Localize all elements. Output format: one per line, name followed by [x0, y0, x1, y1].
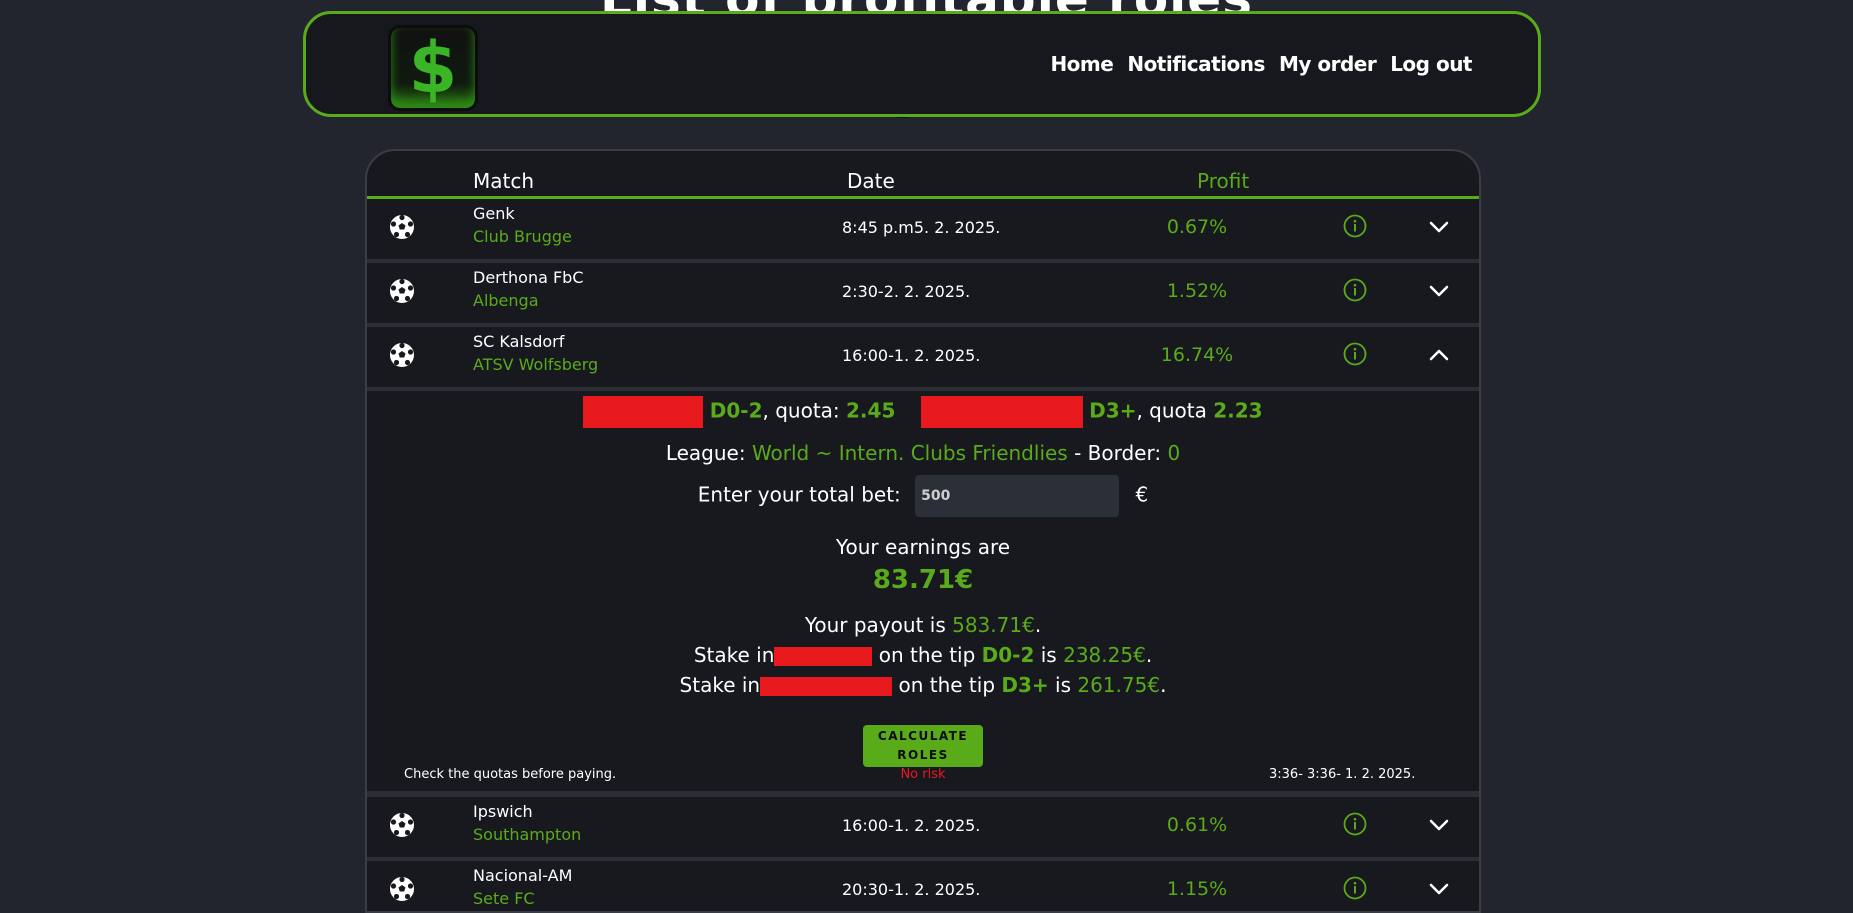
home-team: Genk [473, 204, 515, 223]
is-label: is [1048, 673, 1078, 697]
match-date: 16:00-1. 2. 2025. [842, 346, 981, 365]
border-label: - Border: [1067, 441, 1168, 465]
dollar-logo-icon[interactable]: $ [388, 25, 478, 111]
stake-1-period: . [1145, 643, 1153, 667]
payout-label: Your payout is [804, 613, 953, 637]
calculate-roles-button[interactable]: CALCULATE ROLES [863, 725, 983, 767]
away-team: ATSV Wolfsberg [473, 355, 599, 374]
league-label: League: [665, 441, 752, 465]
away-team: Club Brugge [473, 227, 572, 246]
payout-line: Your payout is 583.71€. [367, 613, 1479, 637]
soccer-ball-icon [390, 214, 414, 239]
header-match: Match [473, 169, 535, 193]
roles-table: Match Date Profit Genk Club Brugge 8:45 … [365, 149, 1481, 913]
match-date: 16:00-1. 2. 2025. [842, 816, 981, 835]
earnings-label: Your earnings are [835, 535, 1011, 559]
bet-line: Enter your total bet: 500 € [367, 475, 1479, 517]
stake-2-period: . [1160, 673, 1167, 697]
row-details-panel: D0-2, quota: 2.45 D3+, quota 2.23 League… [367, 391, 1479, 793]
chevron-down-icon[interactable] [1428, 814, 1450, 836]
navbar: $ Home Notifications My order Log out [303, 11, 1541, 117]
stake-label: Stake in [693, 643, 775, 667]
table-row-expanded[interactable]: SC Kalsdorf ATSV Wolfsberg 16:00-1. 2. 2… [367, 327, 1479, 391]
league-line: League: World ~ Intern. Clubs Friendlies… [367, 441, 1479, 465]
profit-value: 1.52% [1166, 280, 1228, 302]
currency-symbol: € [1135, 482, 1149, 507]
quota-1: 2.45 [846, 398, 896, 423]
chevron-up-icon[interactable] [1428, 344, 1450, 366]
info-icon[interactable] [1343, 278, 1367, 302]
nav-my-order-link[interactable]: My order [1279, 52, 1377, 76]
profit-value: 1.15% [1166, 878, 1228, 900]
table-row[interactable]: Ipswich Southampton 16:00-1. 2. 2025. 0.… [367, 793, 1479, 861]
is-label: is [1034, 643, 1064, 667]
stake-2-value: 261.75€ [1077, 673, 1161, 697]
profit-value: 16.74% [1160, 344, 1234, 366]
stake-tip-1: D0-2 [981, 643, 1035, 667]
league-name: World ~ Intern. Clubs Friendlies [751, 441, 1068, 465]
nav-notifications-link[interactable]: Notifications [1127, 52, 1265, 76]
home-team: SC Kalsdorf [473, 332, 565, 351]
on-tip-label: on the tip [898, 673, 1002, 697]
info-icon[interactable] [1343, 876, 1367, 900]
info-icon[interactable] [1343, 214, 1367, 238]
bet-label: Enter your total bet: [697, 482, 901, 507]
home-team: Ipswich [473, 802, 533, 821]
stake-label: Stake in [679, 673, 761, 697]
soccer-ball-icon [390, 278, 414, 303]
soccer-ball-icon [390, 342, 414, 367]
soccer-ball-icon [390, 812, 414, 837]
home-team: Nacional-AM [473, 866, 573, 885]
match-date: 20:30-1. 2. 2025. [842, 880, 981, 899]
redacted-bookmaker-1 [583, 396, 704, 428]
quota-2: 2.23 [1213, 398, 1263, 423]
stake-line-1: Stake in on the tip D0-2 is 238.25€. [367, 643, 1479, 667]
table-header: Match Date Profit [367, 151, 1479, 199]
soccer-ball-icon [390, 876, 414, 901]
on-tip-label: on the tip [878, 643, 982, 667]
home-team: Derthona FbC [473, 268, 584, 287]
away-team: Southampton [473, 825, 582, 844]
payout-value: 583.71€ [952, 613, 1035, 637]
profit-value: 0.67% [1166, 216, 1228, 238]
redacted-bookmaker-1 [774, 647, 873, 666]
total-bet-input[interactable]: 500 [915, 475, 1120, 517]
stake-line-2: Stake in on the tip D3+ is 261.75€. [367, 673, 1479, 697]
payout-period: . [1034, 613, 1042, 637]
nav-home-link[interactable]: Home [1050, 52, 1113, 76]
quota-1-label: , quota: [762, 398, 847, 423]
info-icon[interactable] [1343, 812, 1367, 836]
border-value: 0 [1167, 441, 1181, 465]
match-date: 8:45 p.m5. 2. 2025. [842, 218, 1001, 237]
table-row[interactable]: Derthona FbC Albenga 2:30-2. 2. 2025. 1.… [367, 263, 1479, 327]
profit-value: 0.61% [1166, 814, 1228, 836]
table-row[interactable]: Genk Club Brugge 8:45 p.m5. 2. 2025. 0.6… [367, 199, 1479, 263]
header-profit: Profit [1197, 169, 1250, 193]
info-icon[interactable] [1343, 342, 1367, 366]
quota-line: D0-2, quota: 2.45 D3+, quota 2.23 [367, 396, 1479, 428]
chevron-down-icon[interactable] [1428, 878, 1450, 900]
nav-links: Home Notifications My order Log out [1050, 52, 1472, 76]
quota-2-label: , quota [1136, 398, 1214, 423]
stake-1-value: 238.25€ [1063, 643, 1146, 667]
away-team: Sete FC [473, 889, 535, 908]
updated-timestamp: 3:36- 3:36- 1. 2. 2025. [1269, 767, 1416, 782]
table-row[interactable]: Nacional-AM Sete FC 20:30-1. 2. 2025. 1.… [367, 861, 1479, 911]
header-date: Date [847, 169, 895, 193]
earnings-value: 83.71€ [872, 565, 974, 595]
tip-2: D3+ [1089, 398, 1137, 423]
stake-tip-2: D3+ [1001, 673, 1049, 697]
nav-logout-link[interactable]: Log out [1390, 52, 1472, 76]
chevron-down-icon[interactable] [1428, 216, 1450, 238]
redacted-bookmaker-2 [760, 677, 893, 696]
away-team: Albenga [473, 291, 539, 310]
chevron-down-icon[interactable] [1428, 280, 1450, 302]
match-date: 2:30-2. 2. 2025. [842, 282, 971, 301]
redacted-bookmaker-2 [920, 396, 1083, 428]
tip-1: D0-2 [709, 398, 763, 423]
